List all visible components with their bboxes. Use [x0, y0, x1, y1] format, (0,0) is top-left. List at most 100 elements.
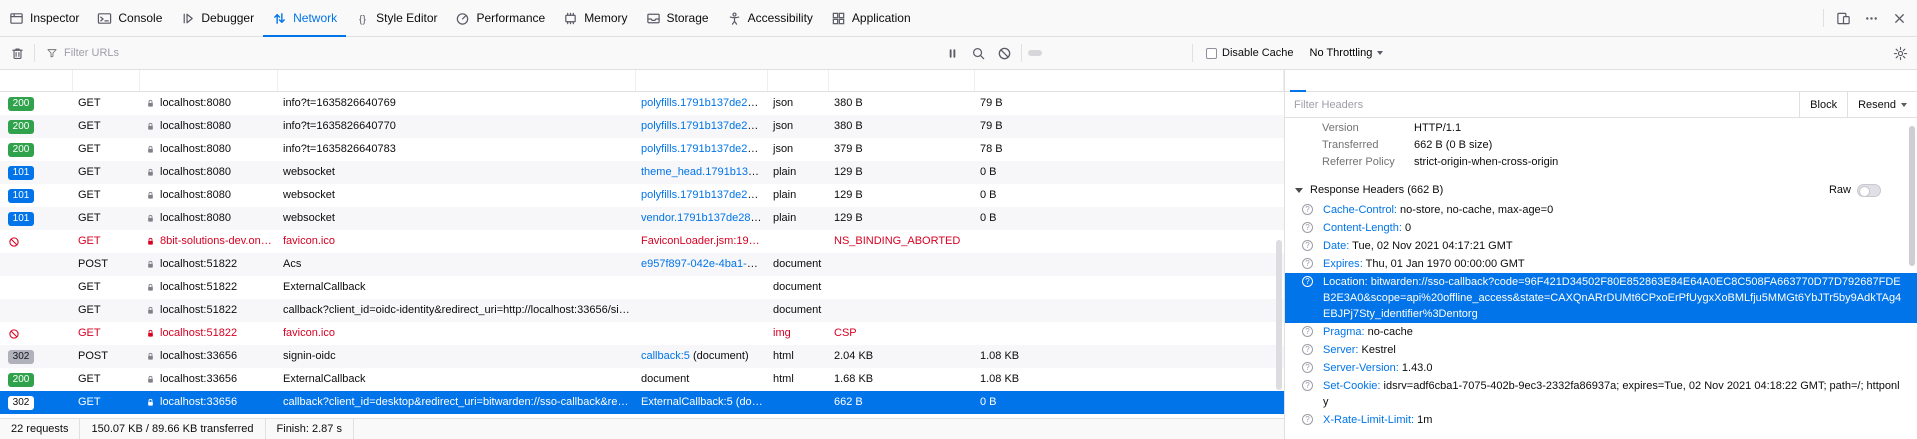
- initiator-link[interactable]: polyfills.1791b137de281b787…: [641, 189, 768, 201]
- tab-console[interactable]: Console: [88, 0, 171, 36]
- detail-tab-cookies[interactable]: [1308, 70, 1328, 91]
- request-row[interactable]: 302 POST localhost:33656 signin-oidc cal…: [0, 345, 1284, 368]
- column-header-initiator[interactable]: [636, 70, 768, 91]
- throttling-dropdown[interactable]: No Throttling: [1303, 44, 1391, 62]
- initiator-link[interactable]: polyfills.1791b137de281b787…: [641, 143, 768, 155]
- tab-application[interactable]: Application: [822, 0, 920, 36]
- filter-css[interactable]: [1060, 50, 1074, 56]
- filter-ws[interactable]: [1156, 50, 1170, 56]
- tab-accessibility[interactable]: Accessibility: [718, 0, 822, 36]
- type-cell: html: [768, 368, 829, 391]
- raw-toggle[interactable]: [1857, 184, 1881, 197]
- request-row[interactable]: 200 GET localhost:8080 info?t=1635826640…: [0, 92, 1284, 115]
- request-row[interactable]: 101 GET localhost:8080 websocket vendor.…: [0, 207, 1284, 230]
- header-name: Server: [1323, 344, 1362, 356]
- response-header-pragma[interactable]: Pragmano-cache: [1285, 323, 1917, 341]
- initiator-link[interactable]: ExternalCallback:5: [641, 396, 733, 408]
- tab-memory[interactable]: Memory: [554, 0, 636, 36]
- response-header-server-version[interactable]: Server-Version1.43.0: [1285, 359, 1917, 377]
- disable-cache-toggle[interactable]: Disable Cache: [1206, 47, 1294, 59]
- column-header-size[interactable]: [975, 70, 1284, 91]
- column-header-file[interactable]: [278, 70, 636, 91]
- request-row[interactable]: 101 GET localhost:8080 websocket theme_h…: [0, 161, 1284, 184]
- request-row[interactable]: 200 GET localhost:33656 ExternalCallback…: [0, 368, 1284, 391]
- request-row[interactable]: 302 GET localhost:33656 callback?client_…: [0, 391, 1284, 414]
- detail-tab-stack-trace[interactable]: [1388, 70, 1408, 91]
- pause-traffic-button[interactable]: [939, 40, 965, 66]
- close-devtools-button[interactable]: [1886, 5, 1912, 31]
- initiator-link[interactable]: callback:5: [641, 350, 690, 362]
- responsive-design-mode-button[interactable]: [1830, 5, 1856, 31]
- response-header-x-rate-limit-limit[interactable]: X-Rate-Limit-Limit1m: [1285, 411, 1917, 429]
- filter-xhr[interactable]: [1092, 50, 1106, 56]
- application-icon: [831, 11, 846, 26]
- debugger-icon: [180, 11, 195, 26]
- tab-storage[interactable]: Storage: [637, 0, 718, 36]
- filter-all[interactable]: [1028, 50, 1042, 56]
- domain-text: localhost:8080: [160, 161, 231, 184]
- disable-cache-checkbox[interactable]: [1206, 48, 1217, 59]
- clear-requests-button[interactable]: [4, 40, 30, 66]
- status-badge: 200: [8, 373, 34, 387]
- filter-other[interactable]: [1172, 50, 1186, 56]
- initiator-link[interactable]: polyfills.1791b137de281b787…: [641, 97, 768, 109]
- response-headers-section-header[interactable]: Response Headers (662 B) Raw: [1285, 179, 1917, 201]
- initiator-link[interactable]: e957f897-042e-4ba1-aff1-…: [641, 258, 768, 270]
- filter-urls-input[interactable]: [64, 47, 939, 59]
- initiator-link[interactable]: theme_head.1791b137de281…: [641, 166, 768, 178]
- request-list-scrollbar[interactable]: [1276, 240, 1282, 390]
- tab-performance[interactable]: Performance: [446, 0, 554, 36]
- toolbar-separator: [1021, 44, 1022, 62]
- request-blocking-button[interactable]: [991, 40, 1017, 66]
- detail-tab-timings[interactable]: [1368, 70, 1388, 91]
- request-row[interactable]: GET localhost:51822 callback?client_id=o…: [0, 299, 1284, 322]
- request-row[interactable]: 200 GET localhost:8080 info?t=1635826640…: [0, 138, 1284, 161]
- column-header-type[interactable]: [768, 70, 829, 91]
- request-row[interactable]: 101 GET localhost:8080 websocket polyfil…: [0, 184, 1284, 207]
- tab-debugger[interactable]: Debugger: [171, 0, 263, 36]
- tab-network[interactable]: Network: [263, 0, 346, 36]
- status-cell: 101: [0, 207, 73, 230]
- response-header-content-length[interactable]: Content-Length0: [1285, 219, 1917, 237]
- help-icon: [1302, 222, 1313, 233]
- initiator-link[interactable]: vendor.1791b137de281b787…: [641, 212, 768, 224]
- header-value: Tue, 02 Nov 2021 04:17:21 GMT: [1352, 240, 1512, 252]
- response-header-set-cookie[interactable]: Set-Cookieidsrv=adf6cba1-7075-402b-9ec3-…: [1285, 377, 1917, 411]
- filter-html[interactable]: [1044, 50, 1058, 56]
- initiator-link[interactable]: polyfills.1791b137de281b787…: [641, 120, 768, 132]
- details-scrollbar[interactable]: [1909, 126, 1915, 266]
- request-row[interactable]: POST localhost:51822 Acs e957f897-042e-4…: [0, 253, 1284, 276]
- filter-fonts[interactable]: [1108, 50, 1122, 56]
- block-button[interactable]: Block: [1799, 92, 1847, 117]
- tab-style-editor[interactable]: Style Editor: [346, 0, 446, 36]
- toolbox-tab-label: Debugger: [201, 11, 254, 25]
- filter-media[interactable]: [1140, 50, 1154, 56]
- column-header-transferred[interactable]: [829, 70, 975, 91]
- request-row[interactable]: GET localhost:51822 ExternalCallback doc…: [0, 276, 1284, 299]
- column-header-status[interactable]: [0, 70, 73, 91]
- search-requests-button[interactable]: [965, 40, 991, 66]
- finish-time: Finish: 2.87 s: [266, 419, 354, 439]
- response-header-cache-control[interactable]: Cache-Controlno-store, no-cache, max-age…: [1285, 201, 1917, 219]
- request-row[interactable]: GET localhost:51822 favicon.ico img CSP: [0, 322, 1284, 345]
- devtools-menu-button[interactable]: [1858, 5, 1884, 31]
- domain-cell: localhost:8080: [140, 92, 278, 115]
- request-row[interactable]: 200 GET localhost:8080 info?t=1635826640…: [0, 115, 1284, 138]
- detail-tab-headers[interactable]: [1288, 70, 1308, 91]
- response-header-date[interactable]: DateTue, 02 Nov 2021 04:17:21 GMT: [1285, 237, 1917, 255]
- filter-images[interactable]: [1124, 50, 1138, 56]
- network-settings-button[interactable]: [1887, 40, 1913, 66]
- file-cell: info?t=1635826640770: [278, 115, 636, 138]
- detail-tab-response[interactable]: [1348, 70, 1368, 91]
- response-header-expires[interactable]: ExpiresThu, 01 Jan 1970 00:00:00 GMT: [1285, 255, 1917, 273]
- filter-headers-input[interactable]: [1285, 92, 1799, 117]
- filter-js[interactable]: [1076, 50, 1090, 56]
- response-header-location[interactable]: Locationbitwarden://sso-callback?code=96…: [1285, 273, 1917, 323]
- request-row[interactable]: GET 8bit-solutions-dev.onelogin… favicon…: [0, 230, 1284, 253]
- response-header-server[interactable]: ServerKestrel: [1285, 341, 1917, 359]
- resend-button[interactable]: Resend: [1847, 92, 1917, 117]
- tab-inspector[interactable]: Inspector: [0, 0, 88, 36]
- column-header-method[interactable]: [73, 70, 140, 91]
- column-header-domain[interactable]: [140, 70, 278, 91]
- detail-tab-request[interactable]: [1328, 70, 1348, 91]
